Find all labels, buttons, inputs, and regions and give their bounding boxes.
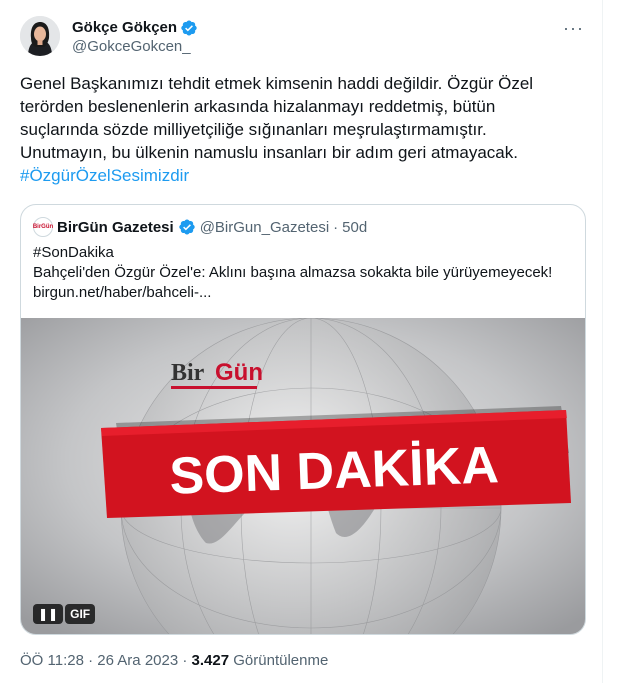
quoted-text-line: #SonDakika [33,244,114,261]
quoted-handle: @BirGun_Gazetesi [199,218,330,236]
quoted-tweet[interactable]: BirGün BirGün Gazetesi @BirGun_Gazetesi … [20,204,586,635]
birgun-brand-prefix: Bir [171,360,205,386]
hashtag-link[interactable]: #ÖzgürÖzelSesimizdir [20,164,580,187]
quoted-display-name: BirGün Gazetesi [57,218,174,236]
tweet-text-line: Genel Başkanımızı tehdit etmek kimsenin … [20,74,534,93]
author-display-name[interactable]: Gökçe Gökçen [72,18,177,37]
meta-separator: · [88,652,94,669]
tweet-text: Genel Başkanımızı tehdit etmek kimsenin … [20,72,580,187]
gif-badge: GIF [65,604,96,624]
tweet-date[interactable]: 26 Ara 2023 [97,652,178,669]
author-handle[interactable]: @GokceGokcen_ [72,37,198,57]
gif-controls: ❚❚ GIF [33,604,96,624]
quoted-text-line: Bahçeli'den Özgür Özel'e: Aklını başına … [33,264,553,281]
pause-icon[interactable]: ❚❚ [33,604,64,624]
tweet-meta: ÖÖ 11:28 · 26 Ara 2023 · 3.427 Görüntüle… [20,651,328,671]
son-dakika-headline: SON DAKİKA [169,436,500,505]
tweet-text-line: Unutmayın, bu ülkenin namuslu insanları … [20,143,518,162]
son-dakika-graphic: Bir Gün SON DAKİKA [21,318,585,634]
meta-separator: · [182,652,188,669]
avatar[interactable] [20,16,60,56]
quoted-tweet-header: BirGün BirGün Gazetesi @BirGun_Gazetesi … [33,217,367,237]
view-count: 3.427 [191,652,230,669]
author-display-name-row[interactable]: Gökçe Gökçen [72,18,198,37]
avatar-image [20,16,60,56]
tweet: Gökçe Gökçen @GokceGokcen_ ··· Genel Baş… [0,0,603,683]
tweet-text-line: suçlarında sözde milliyetçiliğe sığınanl… [20,120,487,139]
tweet-header: Gökçe Gökçen @GokceGokcen_ ··· [20,14,586,62]
quoted-tweet-text: #SonDakika Bahçeli'den Özgür Özel'e: Akl… [33,243,573,303]
quoted-separator: · [333,218,339,236]
quoted-age: 50d [342,218,368,236]
view-count-label: Görüntülenme [233,652,329,669]
birgun-brand-suffix: Gün [215,359,263,386]
quoted-text-line: birgun.net/haber/bahceli-... [33,284,212,301]
more-options-icon[interactable]: ··· [563,18,584,39]
quoted-avatar: BirGün [33,217,53,237]
author-names: Gökçe Gökçen @GokceGokcen_ [72,18,198,57]
verified-badge-icon [179,219,195,235]
quoted-media-gif[interactable]: Bir Gün SON DAKİKA ❚❚ GIF [21,318,585,634]
tweet-time[interactable]: ÖÖ 11:28 [20,652,84,669]
verified-badge-icon [181,19,197,36]
tweet-text-line: terörden beslenenlerin arkasında hizalan… [20,97,496,116]
